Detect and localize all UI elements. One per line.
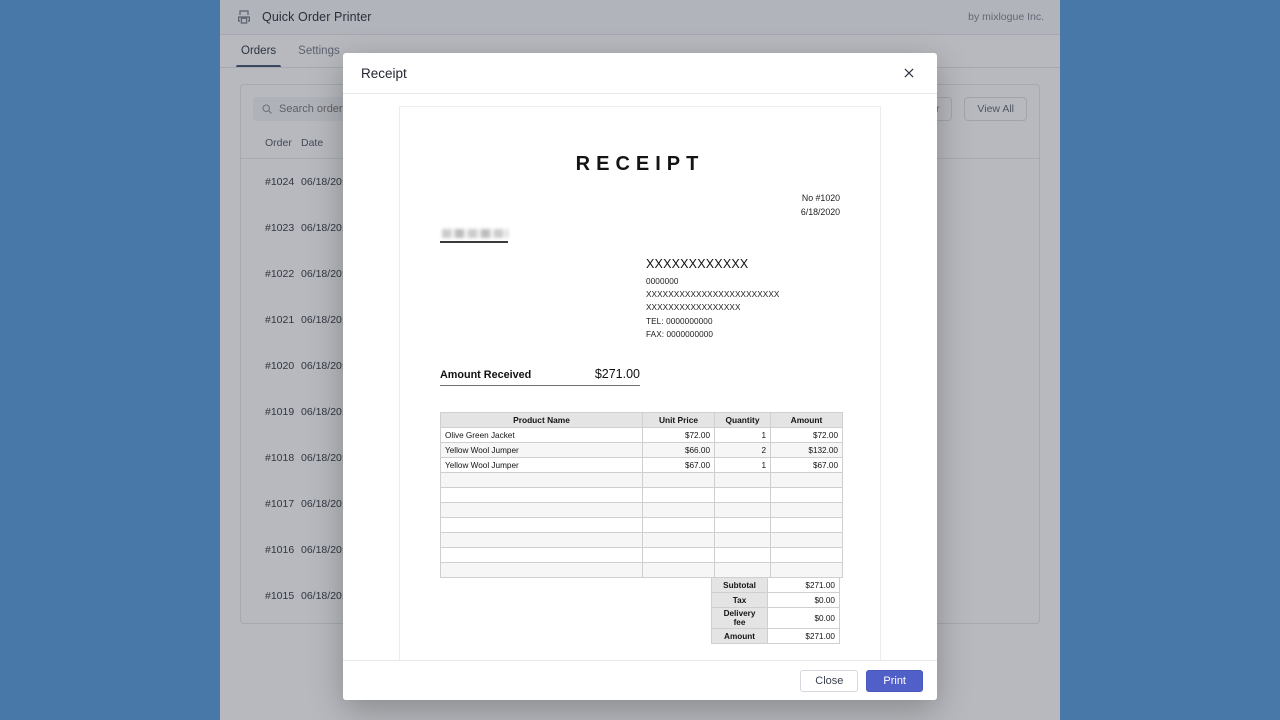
column-unit-price: Unit Price bbox=[643, 413, 715, 428]
items-table-header-row: Product Name Unit Price Quantity Amount bbox=[441, 413, 843, 428]
company-address-line1: XXXXXXXXXXXXXXXXXXXXXXXX bbox=[646, 288, 840, 301]
item-row-empty bbox=[441, 518, 843, 533]
customer-name-underline bbox=[440, 241, 508, 243]
item-name: Olive Green Jacket bbox=[441, 428, 643, 443]
item-row-empty bbox=[441, 533, 843, 548]
item-amount: $67.00 bbox=[771, 458, 843, 473]
modal-footer: Close Print bbox=[343, 660, 937, 700]
totals-row: Amount$271.00 bbox=[584, 629, 840, 644]
item-quantity: 1 bbox=[715, 428, 771, 443]
amount-received-label: Amount Received bbox=[440, 369, 531, 381]
company-fax: FAX: 0000000000 bbox=[646, 328, 840, 341]
totals-row: Deliveryfee$0.00 bbox=[584, 608, 840, 629]
item-row-empty bbox=[441, 503, 843, 518]
print-button[interactable]: Print bbox=[866, 670, 923, 692]
item-unit-price: $66.00 bbox=[643, 443, 715, 458]
column-product-name: Product Name bbox=[441, 413, 643, 428]
item-row: Yellow Wool Jumper$67.001$67.00 bbox=[441, 458, 843, 473]
modal-header: Receipt bbox=[343, 53, 937, 94]
company-address: 0000000 XXXXXXXXXXXXXXXXXXXXXXXX XXXXXXX… bbox=[646, 275, 840, 341]
amount-received-row: Amount Received $271.00 bbox=[440, 367, 640, 386]
modal-title: Receipt bbox=[361, 66, 407, 81]
item-unit-price: $72.00 bbox=[643, 428, 715, 443]
customer-name-redacted bbox=[442, 229, 508, 238]
items-table-body: Olive Green Jacket$72.001$72.00Yellow Wo… bbox=[441, 428, 843, 578]
close-button[interactable]: Close bbox=[800, 670, 858, 692]
totals-label: Tax bbox=[712, 593, 768, 608]
receipt-heading: RECEIPT bbox=[440, 153, 840, 176]
customer-block bbox=[440, 229, 840, 243]
receipt-date: 6/18/2020 bbox=[440, 206, 840, 220]
totals-table-body: Subtotal$271.00Tax$0.00Deliveryfee$0.00A… bbox=[584, 578, 840, 644]
item-quantity: 2 bbox=[715, 443, 771, 458]
amount-received-value: $271.00 bbox=[595, 367, 640, 381]
item-amount: $132.00 bbox=[771, 443, 843, 458]
totals-label: Deliveryfee bbox=[712, 608, 768, 629]
item-quantity: 1 bbox=[715, 458, 771, 473]
company-postal: 0000000 bbox=[646, 275, 840, 288]
items-table: Product Name Unit Price Quantity Amount … bbox=[440, 412, 843, 578]
receipt-number: No #1020 bbox=[440, 192, 840, 206]
receipt-meta: No #1020 6/18/2020 bbox=[440, 192, 840, 219]
totals-value: $271.00 bbox=[768, 578, 840, 593]
column-amount: Amount bbox=[771, 413, 843, 428]
receipt-paper: RECEIPT No #1020 6/18/2020 XXXXXXXXXXXX … bbox=[399, 106, 881, 660]
item-name: Yellow Wool Jumper bbox=[441, 458, 643, 473]
item-row-empty bbox=[441, 473, 843, 488]
item-name: Yellow Wool Jumper bbox=[441, 443, 643, 458]
totals-label: Amount bbox=[712, 629, 768, 644]
modal-body: RECEIPT No #1020 6/18/2020 XXXXXXXXXXXX … bbox=[343, 94, 937, 660]
totals-table: Subtotal$271.00Tax$0.00Deliveryfee$0.00A… bbox=[584, 577, 841, 644]
totals-label: Subtotal bbox=[712, 578, 768, 593]
item-amount: $72.00 bbox=[771, 428, 843, 443]
close-icon[interactable] bbox=[899, 63, 919, 83]
totals-row: Subtotal$271.00 bbox=[584, 578, 840, 593]
company-name: XXXXXXXXXXXX bbox=[646, 257, 840, 271]
company-address-line2: XXXXXXXXXXXXXXXXX bbox=[646, 301, 840, 314]
column-quantity: Quantity bbox=[715, 413, 771, 428]
company-block: XXXXXXXXXXXX 0000000 XXXXXXXXXXXXXXXXXXX… bbox=[646, 257, 840, 341]
totals-row: Tax$0.00 bbox=[584, 593, 840, 608]
item-row: Olive Green Jacket$72.001$72.00 bbox=[441, 428, 843, 443]
item-unit-price: $67.00 bbox=[643, 458, 715, 473]
item-row: Yellow Wool Jumper$66.002$132.00 bbox=[441, 443, 843, 458]
totals-value: $0.00 bbox=[768, 593, 840, 608]
item-row-empty bbox=[441, 563, 843, 578]
totals-value: $0.00 bbox=[768, 608, 840, 629]
item-row-empty bbox=[441, 548, 843, 563]
totals-value: $271.00 bbox=[768, 629, 840, 644]
item-row-empty bbox=[441, 488, 843, 503]
receipt-modal: Receipt RECEIPT No #1020 6/18/2020 XXXXX… bbox=[343, 53, 937, 700]
company-tel: TEL: 0000000000 bbox=[646, 315, 840, 328]
